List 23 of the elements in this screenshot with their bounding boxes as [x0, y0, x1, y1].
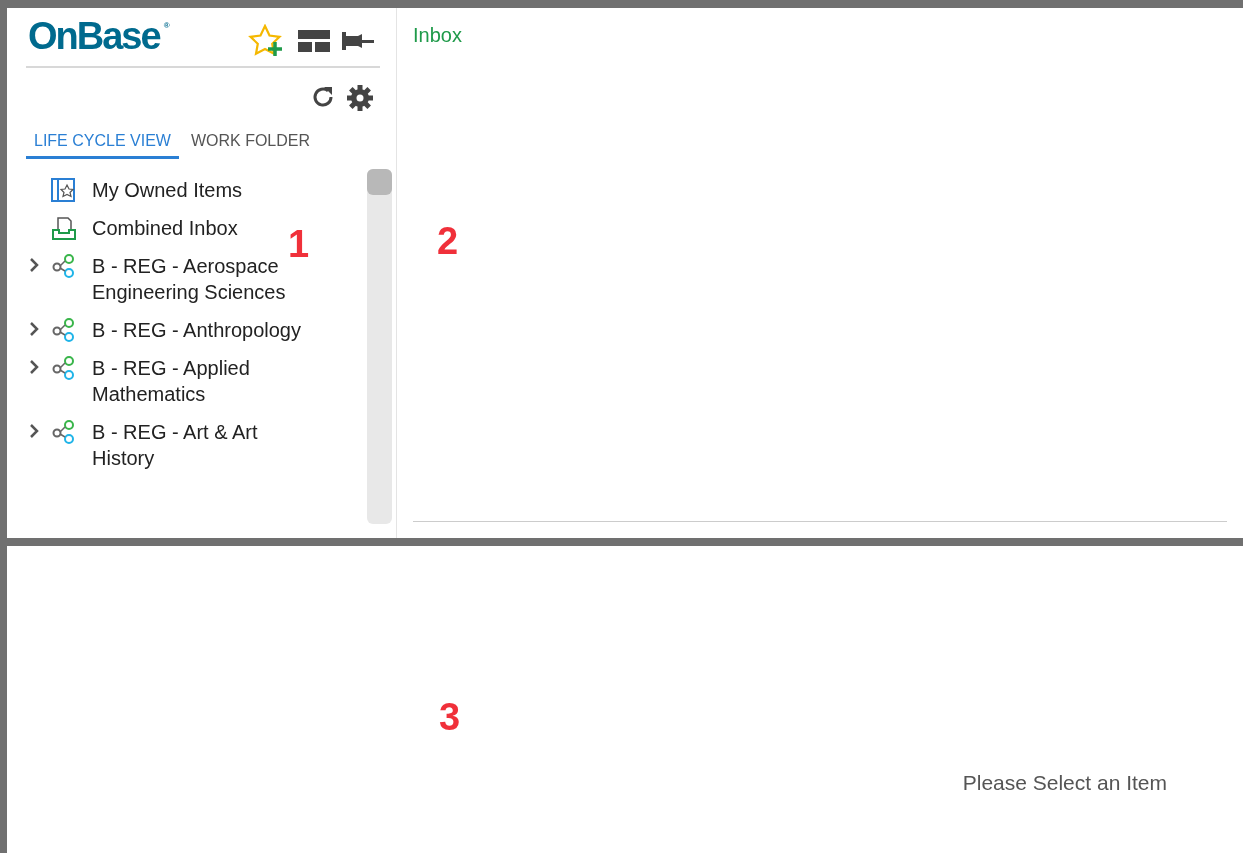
- annotation-number: 2: [437, 220, 459, 263]
- tree-label: B - REG - Anthropology: [92, 318, 302, 343]
- inbox-title: Inbox: [413, 24, 463, 47]
- pin-icon[interactable]: [342, 30, 374, 52]
- empty-message: Please Select an Item: [962, 771, 1167, 795]
- tree-label: B - REG - Applied Mathematics: [92, 356, 251, 407]
- tree-label: B - REG - Aerospace Engineering Sciences: [92, 254, 287, 305]
- tree-item[interactable]: B - REG - Applied Mathematics: [26, 355, 367, 407]
- tree-label: My Owned Items: [92, 178, 244, 203]
- tab[interactable]: LIFE CYCLE VIEW: [26, 126, 179, 159]
- onbase-logo: OnBase®: [28, 15, 170, 58]
- annotation-number: 1: [288, 223, 310, 266]
- layout-icon[interactable]: [298, 30, 330, 52]
- annotation-number: 3: [439, 696, 461, 739]
- tree-item[interactable]: B - REG - Art & Art History: [26, 419, 367, 471]
- settings-icon[interactable]: [346, 84, 374, 112]
- tree-label: Combined Inbox: [92, 216, 239, 241]
- tab[interactable]: WORK FOLDER: [182, 126, 319, 159]
- scrollbar-thumb[interactable]: [367, 169, 392, 195]
- inbox-icon: [50, 215, 78, 241]
- tree-item[interactable]: My Owned Items: [26, 177, 367, 203]
- tree-item[interactable]: B - REG - Anthropology: [26, 317, 367, 343]
- tree-label: B - REG - Art & Art History: [92, 420, 259, 471]
